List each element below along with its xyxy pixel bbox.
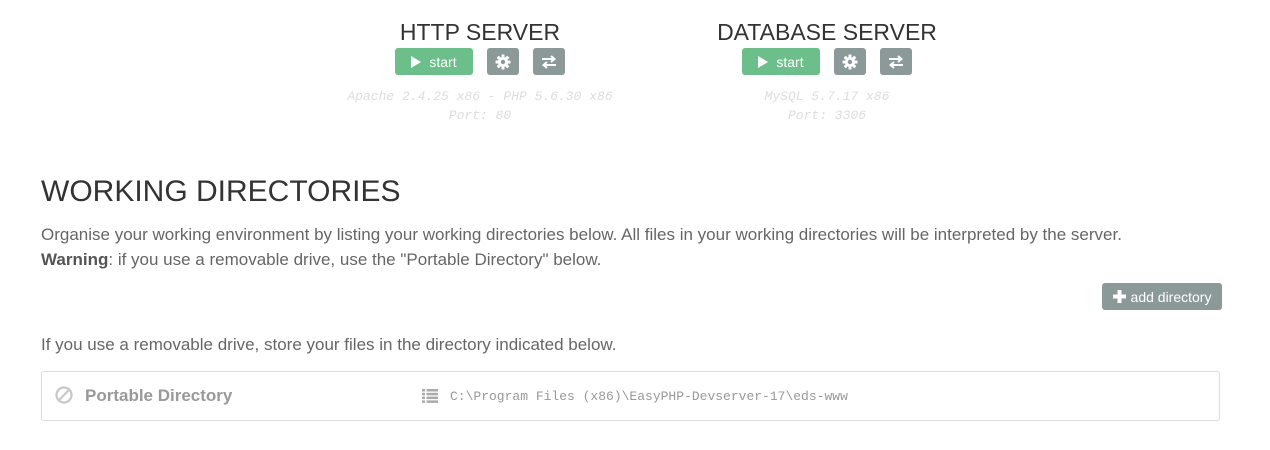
portable-directory-path: C:\Program Files (x86)\EasyPHP-Devserver… xyxy=(450,389,848,404)
http-switch-button[interactable] xyxy=(532,48,565,75)
database-server-version: MySQL 5.7.17 x86 xyxy=(764,89,890,104)
list-icon xyxy=(422,389,438,403)
description-text: Organise your working environment by lis… xyxy=(41,225,1122,244)
http-settings-button[interactable] xyxy=(486,48,519,75)
warning-label: Warning xyxy=(41,250,109,269)
database-start-label: start xyxy=(776,53,804,70)
database-server-panel: DATABASE SERVER start MySQL 5.7.17 x86 P… xyxy=(697,18,957,125)
database-settings-button[interactable] xyxy=(833,48,866,75)
database-server-info: MySQL 5.7.17 x86 Port: 3306 xyxy=(697,87,957,125)
exchange-icon xyxy=(541,54,556,69)
add-directory-button[interactable]: add directory xyxy=(1102,283,1222,310)
play-icon xyxy=(411,55,422,68)
database-server-controls: start xyxy=(697,48,957,75)
http-server-controls: start xyxy=(342,48,618,75)
database-start-button[interactable]: start xyxy=(742,48,820,75)
database-switch-button[interactable] xyxy=(879,48,912,75)
http-server-panel: HTTP SERVER start Apache 2.4.25 x86 - PH… xyxy=(342,18,618,125)
http-server-port: Port: 80 xyxy=(448,108,512,123)
portable-directory-panel: Portable Directory C:\Program Files (x86… xyxy=(41,371,1220,421)
gear-icon xyxy=(495,54,511,69)
http-server-version: Apache 2.4.25 x86 - PHP 5.6.30 x86 xyxy=(347,89,613,104)
gear-icon xyxy=(842,54,858,69)
plus-icon xyxy=(1112,290,1126,303)
database-server-port: Port: 3306 xyxy=(787,108,866,123)
http-server-info: Apache 2.4.25 x86 - PHP 5.6.30 x86 Port:… xyxy=(342,87,618,125)
http-start-label: start xyxy=(429,53,457,70)
removable-drive-note: If you use a removable drive, store your… xyxy=(41,335,617,354)
http-server-title: HTTP SERVER xyxy=(399,19,561,45)
warning-text: : if you use a removable drive, use the … xyxy=(108,250,602,269)
exchange-icon xyxy=(888,54,903,69)
database-server-title: DATABASE SERVER xyxy=(717,19,937,45)
portable-directory-label: Portable Directory xyxy=(85,386,233,405)
working-directories-description: Organise your working environment by lis… xyxy=(41,222,1231,272)
add-directory-label: add directory xyxy=(1130,288,1212,305)
working-directories-title: WORKING DIRECTORIES xyxy=(41,175,401,208)
ban-icon xyxy=(55,386,73,404)
play-icon xyxy=(758,55,769,68)
http-start-button[interactable]: start xyxy=(395,48,473,75)
